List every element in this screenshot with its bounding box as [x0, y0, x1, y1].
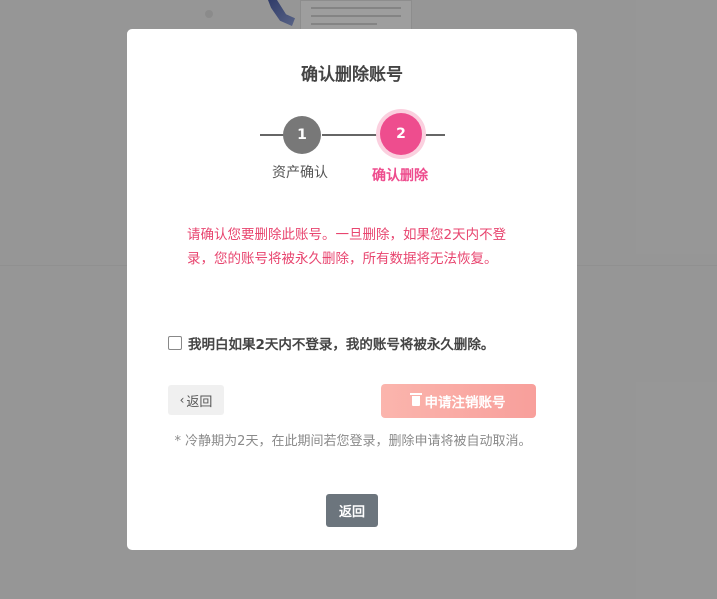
chevron-left-icon: ‹ [179, 393, 185, 407]
back-button[interactable]: ‹ 返回 [168, 385, 224, 415]
step-1-circle: 1 [283, 116, 321, 154]
request-delete-label: 申请注销账号 [424, 395, 506, 411]
step-connector [423, 134, 445, 136]
modal-title: 确认删除账号 [301, 65, 403, 85]
step-2-label: 确认删除 [372, 168, 428, 184]
trash-icon [409, 393, 422, 406]
step-connector [260, 134, 284, 136]
acknowledge-row[interactable]: 我明白如果2天内不登录，我的账号将被永久删除。 [168, 333, 494, 353]
close-button[interactable]: 返回 [326, 494, 378, 527]
request-delete-button[interactable]: 申请注销账号 [381, 384, 536, 418]
step-2-circle: 2 [380, 113, 422, 155]
delete-account-modal: 确认删除账号 1 2 资产确认 确认删除 请确认您要删除此账号。一旦删除，如果您… [127, 29, 577, 550]
step-connector [322, 134, 382, 136]
warning-message: 请确认您要删除此账号。一旦删除，如果您2天内不登录，您的账号将被永久删除，所有数… [187, 227, 507, 267]
back-button-label: 返回 [186, 394, 213, 410]
acknowledge-label[interactable]: 我明白如果2天内不登录，我的账号将被永久删除。 [188, 333, 494, 353]
stepper: 1 2 资产确认 确认删除 [260, 113, 445, 185]
step-1-label: 资产确认 [272, 165, 328, 181]
acknowledge-checkbox[interactable] [168, 336, 182, 350]
cooldown-note: * 冷静期为2天，在此期间若您登录，删除申请将被自动取消。 [174, 434, 532, 449]
